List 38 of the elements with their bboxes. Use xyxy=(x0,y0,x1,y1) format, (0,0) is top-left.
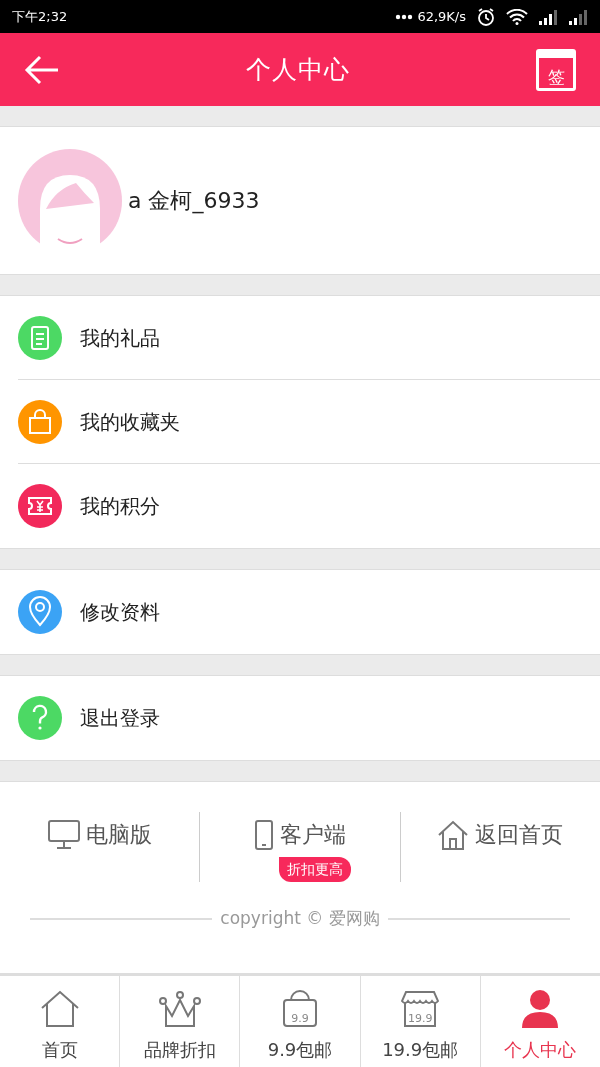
home-icon xyxy=(39,990,80,1028)
footer-link[interactable]: 客户端 xyxy=(254,818,346,851)
copyright-text: copyright © 爱网购 xyxy=(219,907,381,930)
person-icon xyxy=(520,988,561,1028)
menu-label: 退出登录 xyxy=(80,705,160,732)
menu-label: 我的收藏夹 xyxy=(80,408,180,436)
nav-tab[interactable]: 品牌折扣 xyxy=(119,976,240,1067)
username: a 金柯_6933 xyxy=(128,187,260,216)
menu-label: 我的积分 xyxy=(80,493,160,520)
wifi-icon xyxy=(506,8,528,25)
sign-in-calendar-button[interactable]: 签 xyxy=(536,48,576,91)
monitor-icon xyxy=(47,819,80,850)
network-speed: 62,9K/s xyxy=(417,7,466,26)
price-label: 19.9 xyxy=(406,1013,434,1024)
phone-icon xyxy=(254,819,274,850)
discount-badge: 折扣更高 xyxy=(279,857,351,882)
signal-icon xyxy=(568,8,588,25)
menu-item[interactable]: 我的礼品 xyxy=(18,296,600,380)
footer-link[interactable]: 电脑版 xyxy=(47,818,152,851)
menu-item[interactable]: 我的积分 xyxy=(18,464,600,548)
nav-tab[interactable]: 19.9 19.9包邮 xyxy=(359,976,480,1067)
shop-icon xyxy=(400,988,441,1028)
home-icon xyxy=(437,819,470,850)
nav-tab[interactable]: 首页 xyxy=(0,976,120,1067)
shopping-bag-icon xyxy=(282,988,318,1028)
more-icon xyxy=(395,13,414,20)
menu-item[interactable]: 我的收藏夹 xyxy=(18,380,600,464)
status-time: 下午2;32 xyxy=(12,7,68,26)
menu-label: 修改资料 xyxy=(80,599,160,626)
menu-label: 我的礼品 xyxy=(80,324,160,352)
price-label: 9.9 xyxy=(290,1013,310,1024)
crown-icon xyxy=(157,990,202,1028)
nav-tab[interactable]: 9.9 9.9包邮 xyxy=(239,976,360,1067)
signal-icon xyxy=(538,8,558,25)
page-title: 个人中心 xyxy=(246,53,350,86)
nav-tab[interactable]: 个人中心 xyxy=(479,976,600,1067)
footer-link[interactable]: 返回首页 xyxy=(437,818,564,851)
alarm-icon xyxy=(476,6,496,27)
